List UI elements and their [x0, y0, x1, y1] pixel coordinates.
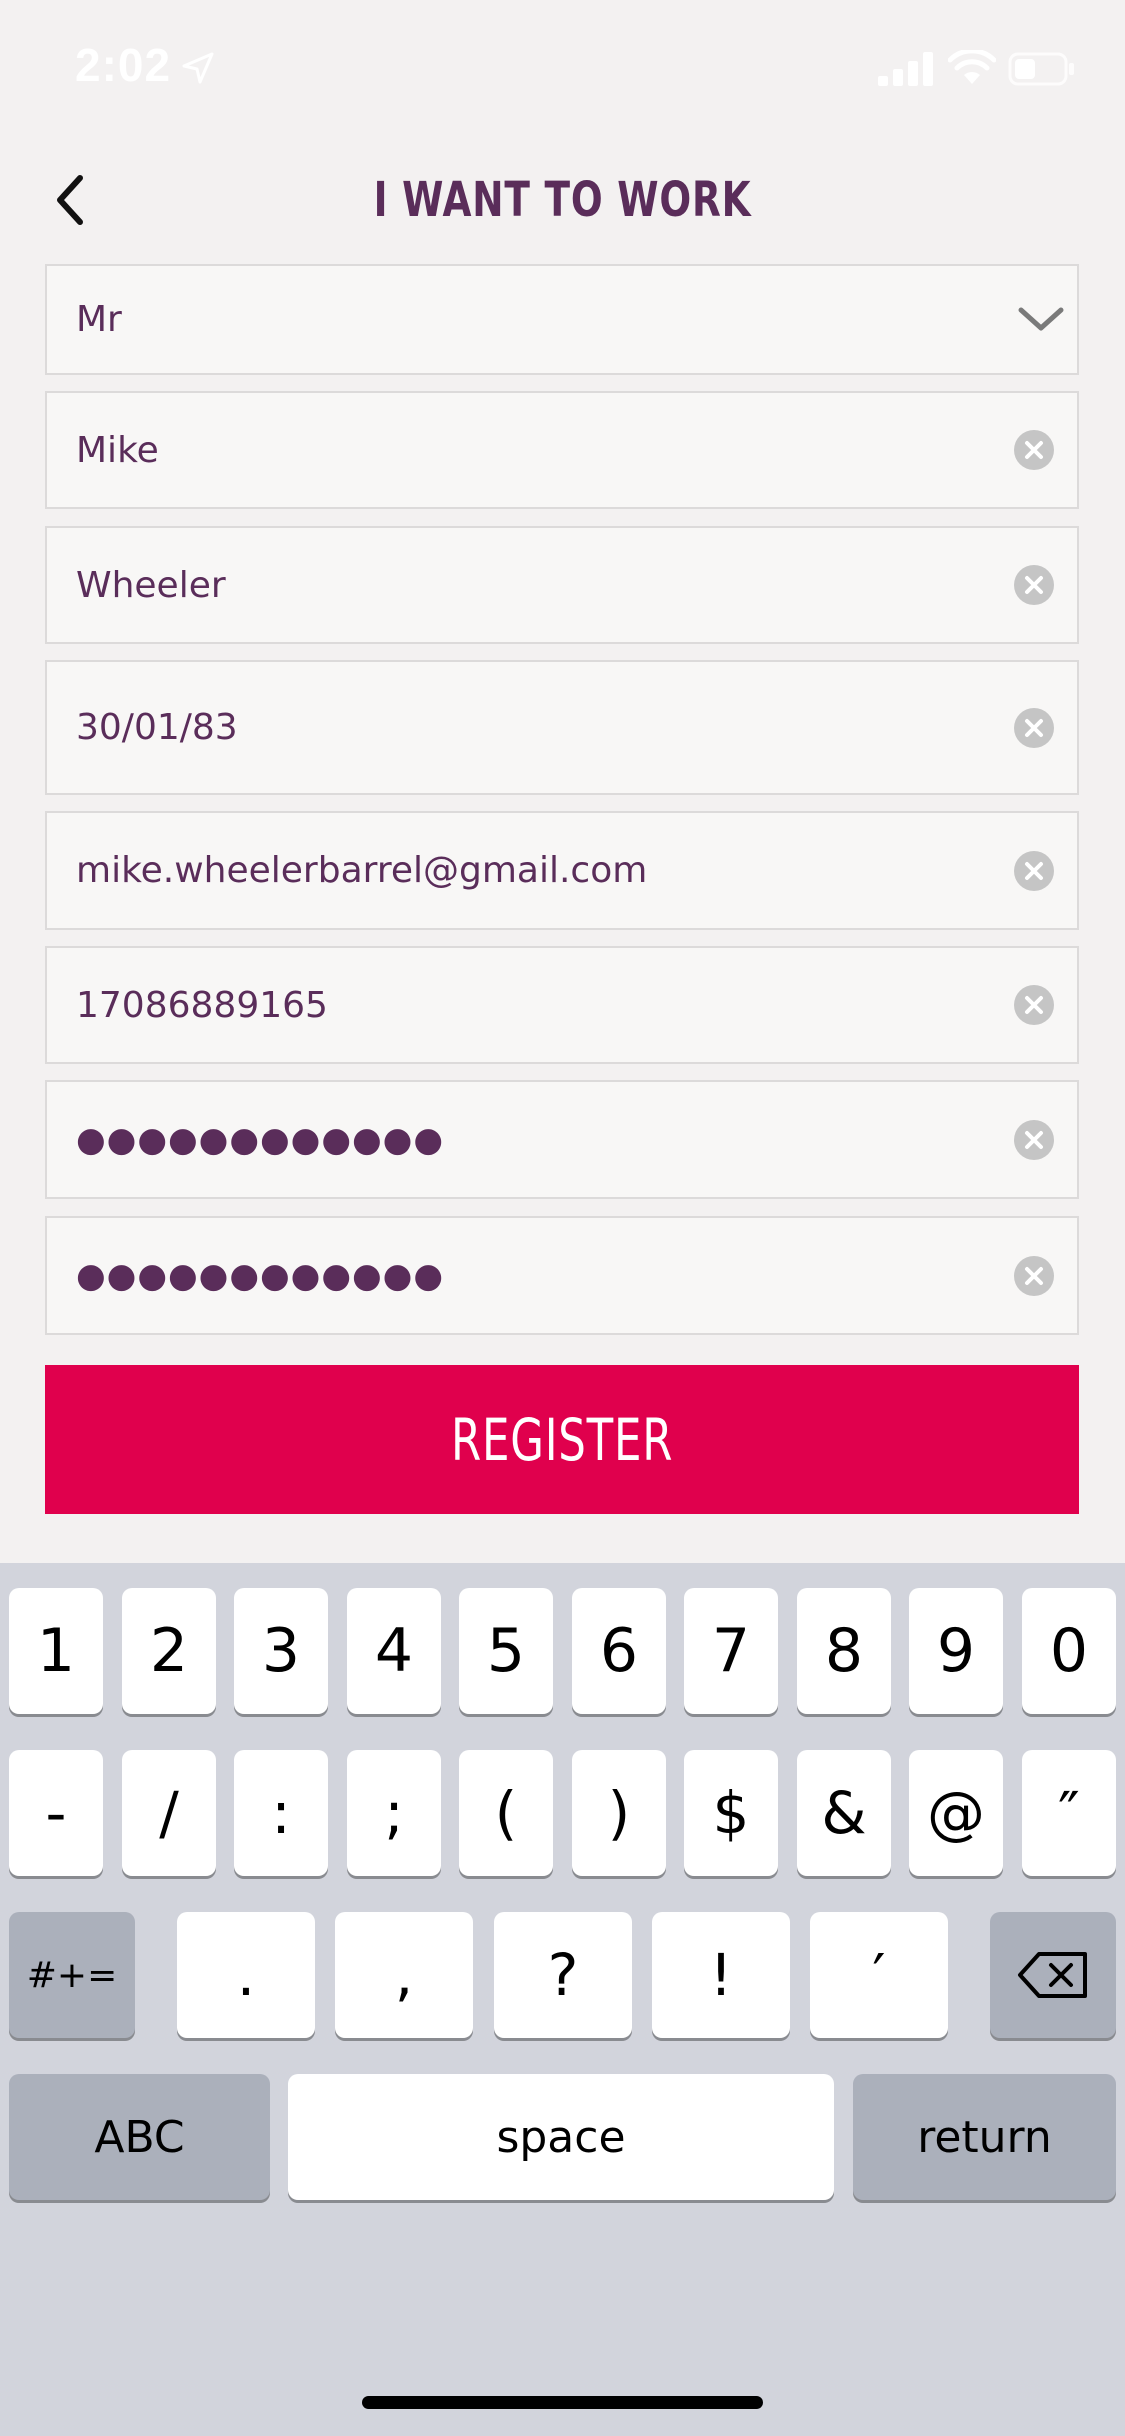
return-key[interactable]: return: [853, 2074, 1116, 2200]
key-comma[interactable]: ,: [335, 1912, 473, 2038]
register-label: REGISTER: [450, 1405, 674, 1474]
key-question[interactable]: ?: [494, 1912, 632, 2038]
first-name-value: Mike: [76, 429, 159, 471]
confirm-password-field[interactable]: ●●●●●●●●●●●●: [45, 1216, 1079, 1335]
key-more-symbols[interactable]: #+=: [9, 1912, 135, 2038]
key-dollar[interactable]: $: [684, 1750, 778, 1876]
clear-icon[interactable]: [1013, 429, 1055, 471]
chevron-down-icon: [1018, 307, 1064, 330]
nav-header: I WANT TO WORK: [0, 140, 1125, 260]
key-3[interactable]: 3: [234, 1588, 328, 1714]
location-arrow-icon: [182, 52, 214, 84]
password-field[interactable]: ●●●●●●●●●●●●: [45, 1080, 1079, 1199]
phone-field[interactable]: 17086889165: [45, 946, 1079, 1064]
key-ampersand[interactable]: &: [797, 1750, 891, 1876]
key-exclamation[interactable]: !: [652, 1912, 790, 2038]
key-apostrophe[interactable]: ′: [810, 1912, 948, 2038]
delete-key[interactable]: [990, 1912, 1116, 2038]
key-2[interactable]: 2: [122, 1588, 216, 1714]
key-5[interactable]: 5: [459, 1588, 553, 1714]
cellular-signal-icon: [878, 52, 933, 86]
first-name-field[interactable]: Mike: [45, 391, 1079, 509]
battery-icon: [1008, 52, 1074, 86]
confirm-password-value: ●●●●●●●●●●●●: [76, 1255, 445, 1296]
key-close-paren[interactable]: ): [572, 1750, 666, 1876]
clear-icon[interactable]: [1013, 1119, 1055, 1161]
register-button[interactable]: REGISTER: [45, 1365, 1079, 1514]
wifi-icon: [948, 50, 996, 84]
clear-icon[interactable]: [1013, 564, 1055, 606]
space-key[interactable]: space: [288, 2074, 834, 2200]
date-of-birth-field[interactable]: 30/01/83: [45, 660, 1079, 795]
key-at[interactable]: @: [909, 1750, 1003, 1876]
status-time: 2:02: [75, 39, 172, 91]
key-6[interactable]: 6: [572, 1588, 666, 1714]
date-of-birth-value: 30/01/83: [76, 707, 238, 748]
key-7[interactable]: 7: [684, 1588, 778, 1714]
phone-value: 17086889165: [76, 984, 328, 1026]
key-4[interactable]: 4: [347, 1588, 441, 1714]
key-colon[interactable]: :: [234, 1750, 328, 1876]
title-select[interactable]: Mr: [45, 264, 1079, 375]
last-name-value: Wheeler: [76, 564, 226, 606]
key-open-paren[interactable]: (: [459, 1750, 553, 1876]
key-8[interactable]: 8: [797, 1588, 891, 1714]
title-select-value: Mr: [76, 299, 122, 340]
key-double-quote[interactable]: ″: [1022, 1750, 1116, 1876]
key-period[interactable]: .: [177, 1912, 315, 2038]
status-bar: 2:02: [0, 0, 1125, 140]
key-semicolon[interactable]: ;: [347, 1750, 441, 1876]
clear-icon[interactable]: [1013, 707, 1055, 749]
key-1[interactable]: 1: [9, 1588, 103, 1714]
chevron-left-icon: [57, 175, 83, 225]
key-9[interactable]: 9: [909, 1588, 1003, 1714]
key-abc[interactable]: ABC: [9, 2074, 270, 2200]
password-value: ●●●●●●●●●●●●: [76, 1119, 445, 1160]
home-indicator: [362, 2396, 763, 2409]
key-slash[interactable]: /: [122, 1750, 216, 1876]
keyboard: 1 2 3 4 5 6 7 8 9 0 - / : ; ( ) $ & @ ″ …: [0, 1563, 1125, 2436]
email-value: mike.wheelerbarrel@gmail.com: [76, 850, 648, 891]
clear-icon[interactable]: [1013, 850, 1055, 892]
backspace-icon: [1018, 1952, 1087, 1998]
key-hyphen[interactable]: -: [9, 1750, 103, 1876]
last-name-field[interactable]: Wheeler: [45, 526, 1079, 644]
page-title: I WANT TO WORK: [373, 172, 752, 228]
clear-icon[interactable]: [1013, 1255, 1055, 1297]
key-0[interactable]: 0: [1022, 1588, 1116, 1714]
email-field[interactable]: mike.wheelerbarrel@gmail.com: [45, 811, 1079, 930]
back-button[interactable]: [30, 160, 110, 240]
clear-icon[interactable]: [1013, 984, 1055, 1026]
